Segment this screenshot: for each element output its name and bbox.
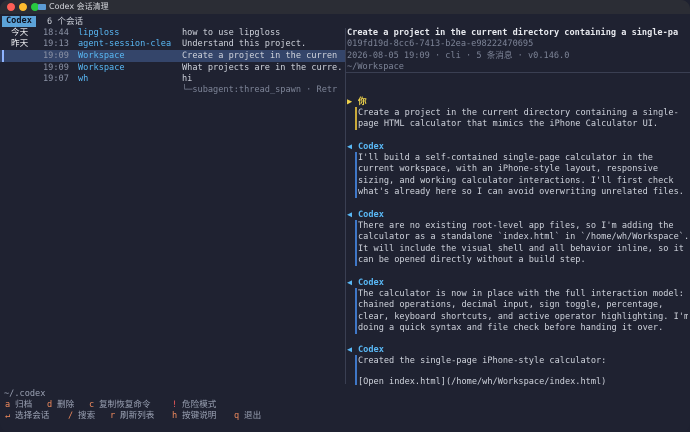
- codex-marker-icon: ◀: [347, 142, 353, 152]
- key-select-session[interactable]: ↵: [5, 410, 10, 422]
- window-title: Codex 会话清理: [38, 1, 109, 12]
- message-bar: [355, 288, 357, 334]
- close-window-button[interactable]: [7, 3, 15, 11]
- user-marker-icon: ▶: [347, 97, 353, 107]
- message-line: chained operations, decimal input, sign …: [358, 300, 664, 310]
- selected-row-marker: [2, 50, 4, 62]
- session-time: 19:13: [43, 39, 69, 49]
- message-bar: [355, 355, 357, 385]
- message-line: doing a quick syntax and file check befo…: [358, 323, 664, 333]
- key-select-session-label: 选择会话: [15, 411, 50, 421]
- key-search-label: 搜索: [78, 411, 96, 421]
- tab-codex[interactable]: Codex: [2, 16, 36, 27]
- session-project: Workspace: [78, 51, 125, 61]
- message-line: what's already here so I can avoid overw…: [358, 187, 684, 197]
- key-help[interactable]: h: [172, 410, 177, 422]
- message-line: page HTML calculator that mimics the iPh…: [358, 119, 659, 129]
- message-line: calculator as a standalone `index.html` …: [358, 232, 688, 242]
- message-line: can be opened directly without a build s…: [358, 255, 586, 265]
- key-search[interactable]: /: [68, 410, 73, 422]
- key-quit[interactable]: q: [234, 410, 239, 422]
- pane-divider: [345, 28, 346, 384]
- folder-icon: [38, 4, 46, 10]
- session-project: wh: [78, 74, 89, 84]
- subagent-entry[interactable]: └─subagent:thread_spawn · Retr: [182, 84, 342, 96]
- message-line: current workspace, with an iPhone-style …: [358, 164, 659, 174]
- session-title: Understand this project.: [182, 39, 307, 49]
- key-refresh-label: 刷新列表: [120, 411, 155, 421]
- session-time: 19:09: [43, 51, 69, 61]
- minimize-window-button[interactable]: [19, 3, 27, 11]
- title-bar: Codex 会话清理: [0, 0, 690, 14]
- window-title-text: Codex 会话清理: [49, 2, 109, 11]
- message-bar: [355, 220, 357, 266]
- header-divider: [346, 72, 690, 73]
- codex-marker-icon: ◀: [347, 278, 353, 288]
- message-link[interactable]: [Open index.html](/home/wh/Workspace/ind…: [358, 376, 688, 388]
- session-time: 19:07: [43, 74, 69, 84]
- message-bar: [355, 152, 357, 198]
- message-line: Created the single-page iPhone-style cal…: [358, 356, 607, 366]
- key-refresh[interactable]: r: [110, 410, 115, 422]
- session-id: 019fd19d-8cc6-7413-b2ea-e98222470695: [347, 39, 534, 49]
- session-title: Create a project in the curren: [182, 51, 338, 61]
- codex-marker-icon: ◀: [347, 345, 353, 355]
- message-bar: [355, 107, 357, 130]
- date-group: 昨天: [11, 39, 29, 49]
- terminal-window: Codex 会话清理 Codex 6 个会话 今天 18:44 lipgloss…: [0, 0, 690, 432]
- session-project: agent-session-clea: [78, 39, 172, 49]
- key-help-label: 按键说明: [182, 411, 217, 421]
- codex-marker-icon: ◀: [347, 210, 353, 220]
- key-quit-label: 退出: [244, 411, 262, 421]
